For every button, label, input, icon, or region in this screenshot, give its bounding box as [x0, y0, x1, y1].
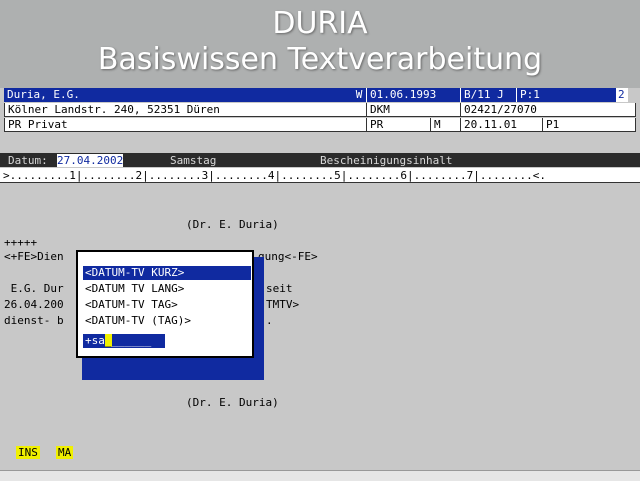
input-placeholder: ______ [111, 334, 152, 347]
popup-item-datum-tag[interactable]: <DATUM-TV TAG> [83, 298, 251, 312]
status-bar: INS MA [0, 442, 640, 462]
doc-signature-top: (Dr. E. Duria) [186, 218, 279, 231]
doc-line-period: . [266, 314, 273, 327]
bottom-bar [0, 470, 640, 481]
header-row-2: Kölner Landstr. 240, 52351 Düren DKM 024… [4, 103, 636, 117]
input-prefix: +sa [85, 334, 105, 347]
ruler-text: >.........1|........2|........3|........… [3, 169, 547, 182]
number-field[interactable]: 2 [616, 88, 628, 102]
insert-mode-indicator: INS [16, 446, 40, 459]
m-field[interactable]: M [430, 118, 460, 132]
doc-line-dienst: dienst- b [4, 314, 64, 327]
page-field[interactable]: P:1 [516, 88, 616, 102]
doc-line-fe-end: gung<-FE> [258, 250, 318, 263]
date-field[interactable]: 01.06.1993 [366, 88, 460, 102]
doc-line-plus: +++++ [4, 236, 38, 249]
doc-line-name: E.G. Dur [4, 282, 64, 295]
ma-indicator: MA [56, 446, 74, 459]
phone-field[interactable]: 02421/27070 [460, 103, 636, 117]
datum-label: Datum: [8, 154, 48, 167]
popup-item-datum-kurz[interactable]: <DATUM-TV KURZ> [83, 266, 251, 280]
tab-ruler[interactable]: >.........1|........2|........3|........… [0, 168, 640, 183]
group-field[interactable]: PR Privat [4, 118, 366, 132]
header-row-3: PR Privat PR M 20.11.01 P1 [4, 118, 636, 132]
address-field[interactable]: Kölner Landstr. 240, 52351 Düren [4, 103, 366, 117]
date2-field[interactable]: 20.11.01 [460, 118, 542, 132]
code-field[interactable]: B/11 J [460, 88, 516, 102]
popup-item-datum-tag-paren[interactable]: <DATUM-TV (TAG)> [83, 314, 251, 328]
client-name[interactable]: Duria, E.G. [4, 88, 356, 102]
datum-bar: Datum: 27.04.2002 Samstag Bescheinigungs… [0, 153, 640, 167]
date-format-popup: <DATUM-TV KURZ> <DATUM TV LANG> <DATUM-T… [76, 250, 254, 358]
text-cursor: _ [104, 334, 112, 347]
doc-signature-bottom: (Dr. E. Duria) [186, 396, 279, 409]
p1-field[interactable]: P1 [542, 118, 636, 132]
app-title: DURIA [272, 6, 368, 41]
popup-item-datum-lang[interactable]: <DATUM TV LANG> [83, 282, 251, 296]
app-subtitle: Basiswissen Textverarbeitung [97, 42, 543, 77]
weekday: Samstag [170, 154, 217, 167]
header-row-1: Duria, E.G. W 01.06.1993 B/11 J P:1 2 [4, 88, 636, 102]
doc-line-fe-start: <+FE>Dien [4, 250, 64, 263]
popup-search-input[interactable]: +sa_______ [83, 334, 165, 348]
type-field[interactable]: DKM [366, 103, 460, 117]
certificate-content-label: Bescheinigungsinhalt [320, 154, 453, 167]
doc-line-seit: seit [266, 282, 293, 295]
pr-field[interactable]: PR [366, 118, 430, 132]
doc-line-date: 26.04.200 [4, 298, 64, 311]
doc-line-tmtv: TMTV> [266, 298, 300, 311]
datum-value[interactable]: 27.04.2002 [57, 154, 124, 167]
flag-field[interactable]: W [352, 88, 366, 102]
app-banner: DURIA Basiswissen Textverarbeitung [0, 0, 640, 88]
